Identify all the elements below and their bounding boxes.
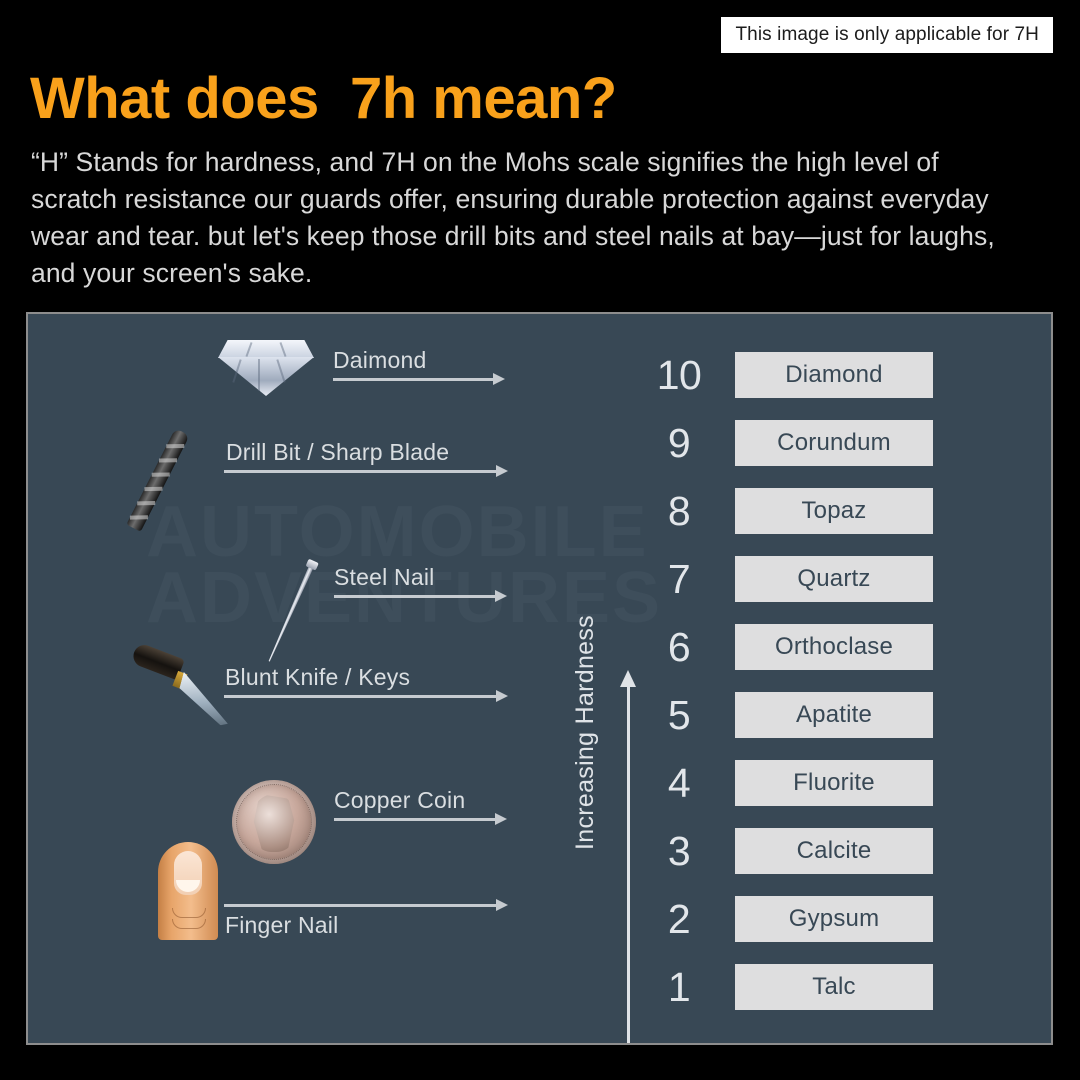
mineral-chip: Diamond bbox=[735, 352, 933, 398]
axis-title: Increasing Hardness bbox=[571, 615, 599, 850]
tool-arrow-knife bbox=[224, 690, 508, 702]
scale-value: 7 bbox=[667, 556, 691, 602]
axis-arrowhead-icon bbox=[620, 670, 636, 687]
scale-value: 1 bbox=[667, 964, 691, 1010]
scale-value: 4 bbox=[667, 760, 691, 806]
diamond-icon bbox=[218, 340, 314, 396]
applicability-badge: This image is only applicable for 7H bbox=[721, 17, 1053, 53]
mineral-chip: Gypsum bbox=[735, 896, 933, 942]
finger-nail-icon bbox=[158, 842, 218, 940]
mineral-chip: Orthoclase bbox=[735, 624, 933, 670]
tool-label-finger-nail: Finger Nail bbox=[225, 912, 339, 938]
scale-row: 5 Apatite bbox=[628, 692, 1051, 738]
scale-row: 3 Calcite bbox=[628, 828, 1051, 874]
scale-value: 3 bbox=[667, 828, 691, 874]
scale-value: 5 bbox=[667, 692, 691, 738]
tool-label-copper-coin: Copper Coin bbox=[334, 787, 466, 813]
tool-label-steel-nail: Steel Nail bbox=[334, 564, 435, 590]
scale-value: 2 bbox=[667, 896, 691, 942]
scale-row: 2 Gypsum bbox=[628, 896, 1051, 942]
tool-arrow-copper-coin bbox=[334, 813, 507, 825]
scale-row: 4 Fluorite bbox=[628, 760, 1051, 806]
drill-bit-icon bbox=[126, 426, 190, 534]
scale-row: 9 Corundum bbox=[628, 420, 1051, 466]
scale-row: 8 Topaz bbox=[628, 488, 1051, 534]
tool-label-diamond: Daimond bbox=[333, 347, 427, 373]
scale-value: 9 bbox=[667, 420, 691, 466]
hardness-scale-panel: AUTOMOBILE ADVENTURES Daimond Drill Bit … bbox=[26, 312, 1053, 1045]
mineral-chip: Quartz bbox=[735, 556, 933, 602]
mineral-chip: Apatite bbox=[735, 692, 933, 738]
knife-icon bbox=[128, 641, 228, 734]
scale-value: 6 bbox=[667, 624, 691, 670]
tool-label-drill-bit: Drill Bit / Sharp Blade bbox=[226, 439, 450, 465]
scale-row: 1 Talc bbox=[628, 964, 1051, 1010]
scale-value: 10 bbox=[656, 352, 702, 398]
tool-arrow-diamond bbox=[333, 373, 505, 385]
mineral-chip: Fluorite bbox=[735, 760, 933, 806]
steel-nail-icon bbox=[286, 556, 319, 666]
tool-arrow-drill-bit bbox=[224, 465, 508, 477]
intro-paragraph: “H” Stands for hardness, and 7H on the M… bbox=[31, 146, 995, 288]
tool-arrow-steel-nail bbox=[334, 590, 507, 602]
scale-value: 8 bbox=[667, 488, 691, 534]
mineral-chip: Calcite bbox=[735, 828, 933, 874]
tool-arrow-finger-nail bbox=[224, 899, 508, 911]
mineral-chip: Corundum bbox=[735, 420, 933, 466]
scale-row: 10 Diamond bbox=[628, 352, 1051, 398]
tool-label-knife: Blunt Knife / Keys bbox=[225, 664, 411, 690]
scale-row: 6 Orthoclase bbox=[628, 624, 1051, 670]
page-title: What does 7h mean? bbox=[30, 65, 617, 131]
coin-icon bbox=[232, 780, 316, 864]
mineral-chip: Topaz bbox=[735, 488, 933, 534]
mineral-chip: Talc bbox=[735, 964, 933, 1010]
scale-row: 7 Quartz bbox=[628, 556, 1051, 602]
